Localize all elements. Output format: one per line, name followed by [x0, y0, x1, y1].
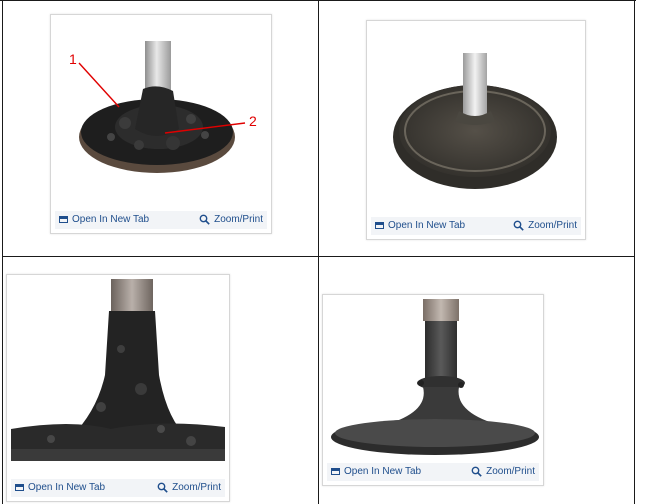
- valve-deposit-photo-4[interactable]: [327, 299, 539, 461]
- zoom-magnifier-icon: [157, 482, 168, 493]
- open-new-tab-icon: [59, 216, 68, 223]
- valve-deposit-photo-1[interactable]: 1 2: [55, 19, 267, 207]
- card-footer-2: Open In New Tab Zoom/Print: [371, 217, 581, 235]
- zoom-print-link-1[interactable]: Zoom/Print: [199, 214, 263, 225]
- grid-right-border: [634, 0, 635, 504]
- zoom-print-link-4[interactable]: Zoom/Print: [471, 466, 535, 477]
- open-in-new-tab-link-2[interactable]: Open In New Tab: [375, 220, 465, 231]
- zoom-print-label: Zoom/Print: [214, 214, 263, 225]
- zoom-magnifier-icon: [513, 220, 524, 231]
- open-in-new-tab-label: Open In New Tab: [72, 214, 150, 225]
- open-new-tab-icon: [375, 222, 384, 229]
- zoom-print-link-3[interactable]: Zoom/Print: [157, 482, 221, 493]
- card-footer-3: Open In New Tab Zoom/Print: [11, 479, 225, 497]
- grid-left-border: [2, 0, 3, 504]
- callout-label-2: 2: [249, 113, 257, 129]
- image-card-1: 1 2 Open In New Tab Zoom/Print: [50, 14, 272, 234]
- grid-center-divider: [318, 0, 319, 504]
- valve-deposit-photo-2[interactable]: [371, 25, 581, 213]
- open-in-new-tab-link-4[interactable]: Open In New Tab: [331, 466, 421, 477]
- zoom-print-label: Zoom/Print: [528, 220, 577, 231]
- card-footer-4: Open In New Tab Zoom/Print: [327, 463, 539, 481]
- zoom-magnifier-icon: [471, 466, 482, 477]
- grid-middle-divider: [2, 256, 635, 257]
- image-card-4: Open In New Tab Zoom/Print: [322, 294, 544, 486]
- open-new-tab-icon: [331, 468, 340, 475]
- image-card-3: Open In New Tab Zoom/Print: [6, 274, 230, 502]
- open-new-tab-icon: [15, 484, 24, 491]
- zoom-magnifier-icon: [199, 214, 210, 225]
- open-in-new-tab-label: Open In New Tab: [388, 220, 466, 231]
- open-in-new-tab-link-3[interactable]: Open In New Tab: [15, 482, 105, 493]
- open-in-new-tab-link-1[interactable]: Open In New Tab: [59, 214, 149, 225]
- valve-deposit-photo-3[interactable]: [11, 279, 225, 479]
- open-in-new-tab-label: Open In New Tab: [28, 482, 106, 493]
- zoom-print-label: Zoom/Print: [172, 482, 221, 493]
- callout-label-1: 1: [69, 51, 77, 67]
- card-footer-1: Open In New Tab Zoom/Print: [55, 211, 267, 229]
- zoom-print-link-2[interactable]: Zoom/Print: [513, 220, 577, 231]
- zoom-print-label: Zoom/Print: [486, 466, 535, 477]
- open-in-new-tab-label: Open In New Tab: [344, 466, 422, 477]
- image-card-2: Open In New Tab Zoom/Print: [366, 20, 586, 240]
